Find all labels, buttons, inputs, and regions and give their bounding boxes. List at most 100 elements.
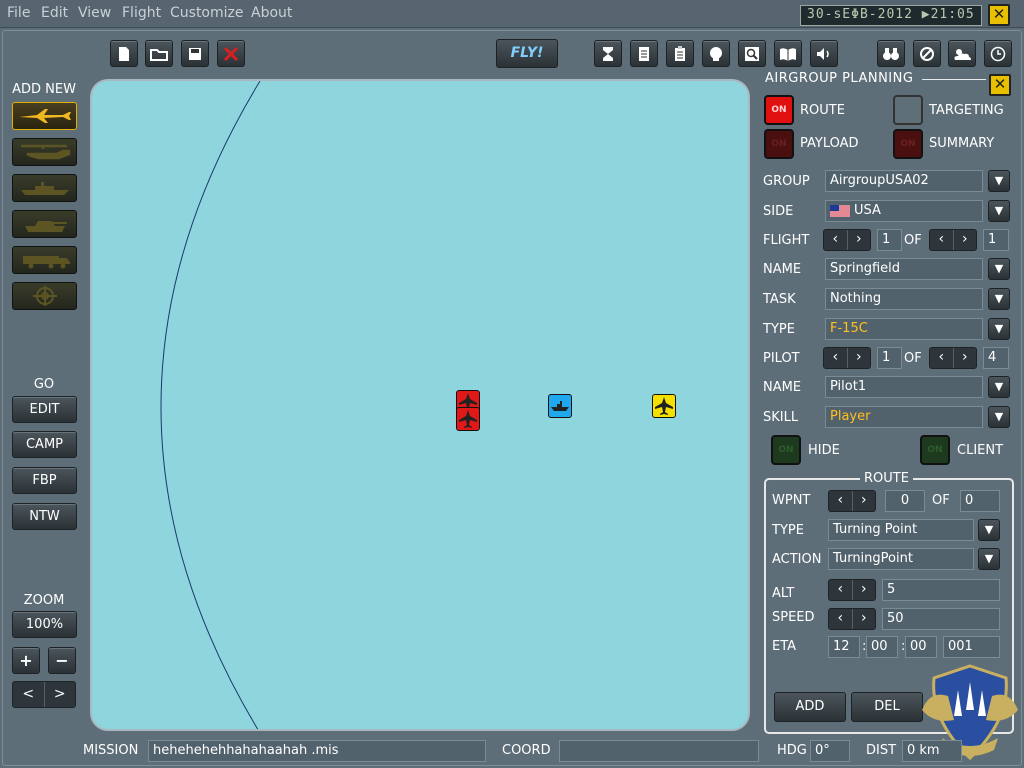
wpnt-total: 0 <box>960 490 1000 512</box>
flight-stepper[interactable]: ‹ › <box>823 229 871 251</box>
wpnt-stepper[interactable]: ‹ › <box>828 490 876 512</box>
route-type-field[interactable]: Turning Point <box>828 519 974 541</box>
save-icon[interactable] <box>181 40 209 67</box>
add-ship-button[interactable] <box>12 174 77 202</box>
type-field[interactable]: F-15C <box>825 318 983 340</box>
go-edit-button[interactable]: EDIT <box>12 396 77 423</box>
payload-toggle[interactable]: ON <box>764 129 794 159</box>
speed-stepper[interactable]: ‹ › <box>828 608 876 630</box>
summary-toggle-label: SUMMARY <box>929 136 995 151</box>
dist-field: 0 km <box>902 740 962 762</box>
wpnt-label: WPNT <box>772 493 811 508</box>
skill-field[interactable]: Player <box>825 406 983 428</box>
pilot-number: 1 <box>877 347 902 369</box>
zoom-in-button[interactable]: + <box>12 647 40 674</box>
pilot-stepper[interactable]: ‹ › <box>823 347 871 369</box>
alt-input[interactable]: 5 <box>882 579 1000 601</box>
no-entry-icon[interactable] <box>913 40 941 67</box>
weather-icon[interactable] <box>948 40 976 67</box>
go-camp-button[interactable]: CAMP <box>12 431 77 458</box>
eta-day[interactable]: 001 <box>943 636 1000 658</box>
action-label: ACTION <box>772 552 822 567</box>
title-divider <box>922 79 986 80</box>
speaker-icon[interactable] <box>810 40 838 67</box>
action-field[interactable]: TurningPoint <box>828 548 974 570</box>
hdg-label: HDG <box>777 743 807 758</box>
group-dropdown-icon[interactable]: ▼ <box>988 170 1010 192</box>
skill-label: SKILL <box>763 410 799 425</box>
name-dropdown-icon[interactable]: ▼ <box>988 258 1010 280</box>
name-field[interactable]: Springfield <box>825 258 983 280</box>
red-aircraft-marker-2[interactable] <box>456 407 480 431</box>
delete-waypoint-button[interactable]: DEL <box>851 692 923 722</box>
go-ntw-button[interactable]: NTW <box>12 503 77 530</box>
side-dropdown-icon[interactable]: ▼ <box>988 200 1010 222</box>
open-folder-icon[interactable] <box>145 40 173 67</box>
task-field[interactable]: Nothing <box>825 288 983 310</box>
menu-view[interactable]: View <box>78 5 111 21</box>
new-file-icon[interactable] <box>110 40 138 67</box>
eta-hours[interactable]: 12 <box>828 636 860 658</box>
add-vehicle-button[interactable] <box>12 246 77 274</box>
head-icon[interactable] <box>702 40 730 67</box>
hide-toggle[interactable]: ON <box>771 435 801 465</box>
add-aircraft-button[interactable] <box>12 102 77 130</box>
summary-toggle[interactable]: ON <box>893 129 923 159</box>
book-icon[interactable] <box>774 40 802 67</box>
ship-icon <box>21 182 69 195</box>
us-flag-icon <box>830 205 850 217</box>
menu-file[interactable]: File <box>7 5 30 21</box>
add-waypoint-button[interactable]: ADD <box>774 692 846 722</box>
alt-label: ALT <box>772 586 795 601</box>
zoom-search-icon[interactable] <box>738 40 766 67</box>
menu-edit[interactable]: Edit <box>41 5 68 21</box>
route-toggle-label: ROUTE <box>800 103 845 118</box>
binoculars-icon[interactable] <box>877 40 905 67</box>
close-mission-icon[interactable] <box>217 40 245 67</box>
client-toggle[interactable]: ON <box>920 435 950 465</box>
map-pan-stepper[interactable]: < > <box>12 681 76 708</box>
next-arrow-icon[interactable]: > <box>45 682 76 707</box>
action-dropdown-icon[interactable]: ▼ <box>978 548 1000 570</box>
type-dropdown-icon[interactable]: ▼ <box>988 318 1010 340</box>
speed-input[interactable]: 50 <box>882 608 1000 630</box>
alt-stepper[interactable]: ‹ › <box>828 579 876 601</box>
fly-button[interactable]: FLY! <box>496 39 558 68</box>
checklist-icon[interactable] <box>666 40 694 67</box>
flight-total-stepper[interactable]: ‹ › <box>929 229 977 251</box>
route-section-title: ROUTE <box>860 471 913 486</box>
route-toggle[interactable]: ON <box>764 95 794 125</box>
menu-customize[interactable]: Customize <box>170 5 244 21</box>
go-fbp-button[interactable]: FBP <box>12 467 77 494</box>
pilot-name-label: NAME <box>763 380 802 395</box>
menu-about[interactable]: About <box>251 5 292 21</box>
eta-minutes[interactable]: 00 <box>866 636 898 658</box>
add-tank-button[interactable] <box>12 210 77 238</box>
prev-arrow-icon[interactable]: < <box>13 682 45 707</box>
add-helicopter-button[interactable] <box>12 138 77 166</box>
eta-seconds[interactable]: 00 <box>905 636 937 658</box>
zoom-out-button[interactable]: − <box>48 647 76 674</box>
add-static-target-button[interactable] <box>12 282 77 310</box>
pilot-of-label: OF <box>904 351 922 366</box>
panel-close-button[interactable]: ✕ <box>989 74 1011 96</box>
side-field[interactable]: USA <box>825 200 983 222</box>
coord-field <box>559 740 759 762</box>
blue-ship-marker[interactable] <box>548 394 572 418</box>
pilot-label: PILOT <box>763 351 800 366</box>
task-dropdown-icon[interactable]: ▼ <box>988 288 1010 310</box>
group-field[interactable]: AirgroupUSA02 <box>825 170 983 192</box>
skill-dropdown-icon[interactable]: ▼ <box>988 406 1010 428</box>
app-close-button[interactable]: ✕ <box>988 4 1010 26</box>
pilot-total-stepper[interactable]: ‹ › <box>929 347 977 369</box>
targeting-toggle[interactable] <box>893 95 923 125</box>
mission-map[interactable] <box>90 79 750 731</box>
hourglass-icon[interactable] <box>594 40 622 67</box>
clock-icon[interactable] <box>984 40 1012 67</box>
menu-flight[interactable]: Flight <box>122 5 161 21</box>
yellow-aircraft-marker[interactable] <box>652 394 676 418</box>
route-type-dropdown-icon[interactable]: ▼ <box>978 519 1000 541</box>
pilot-name-dropdown-icon[interactable]: ▼ <box>988 376 1010 398</box>
briefing-icon[interactable] <box>630 40 658 67</box>
pilot-name-field[interactable]: Pilot1 <box>825 376 983 398</box>
